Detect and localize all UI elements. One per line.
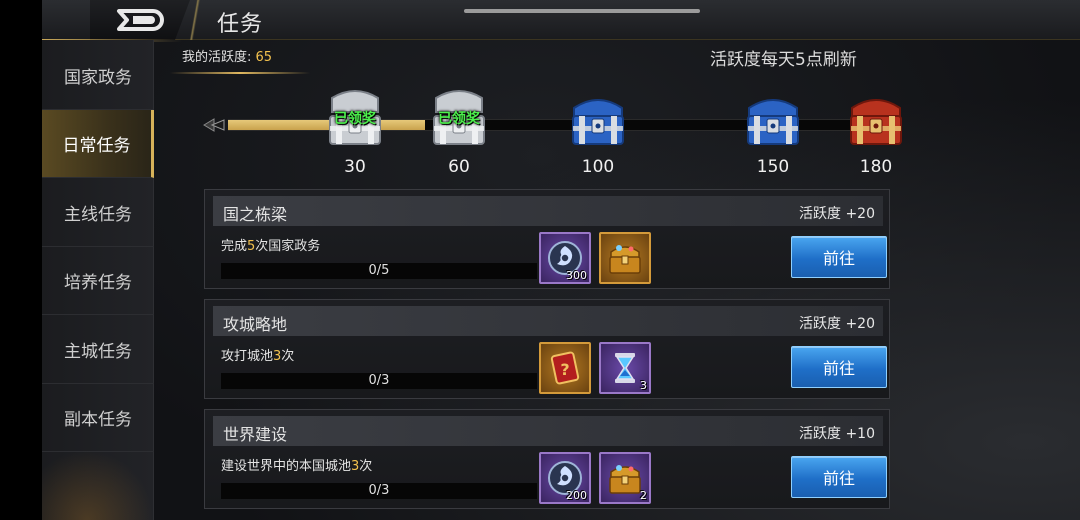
reward-item[interactable]: 3 <box>599 342 651 394</box>
treasure-chest-icon <box>850 99 902 145</box>
drag-handle[interactable] <box>464 9 700 13</box>
activity-score-value: 65 <box>255 50 273 65</box>
task-progress-text: 0/5 <box>368 263 390 278</box>
reward-item[interactable]: 300 <box>539 232 591 284</box>
task-card-header: 国之栋梁 活跃度 +20 <box>213 196 883 226</box>
task-card: 世界建设 活跃度 +10 建设世界中的本国城池3次 0/3 200 2 前往 <box>204 409 890 509</box>
sidebar-item-training-tasks[interactable]: 培养任务 <box>42 247 154 315</box>
task-desc-text: 次国家政务 <box>255 239 321 254</box>
sidebar-item-label: 培养任务 <box>64 273 132 293</box>
go-button[interactable]: 前往 <box>791 346 887 388</box>
task-title: 世界建设 <box>223 425 288 444</box>
task-activity-points: 活跃度 +20 <box>799 206 875 222</box>
activity-score-label: 我的活跃度: <box>182 50 256 65</box>
chest-threshold: 100 <box>581 157 615 177</box>
track-start-arrow-icon <box>203 118 225 132</box>
back-button[interactable] <box>90 0 190 40</box>
task-description: 建设世界中的本国城池3次 <box>221 455 372 474</box>
treasure-chest-icon <box>572 99 624 145</box>
sidebar-item-main-quests[interactable]: 主线任务 <box>42 179 154 247</box>
sidebar-item-label: 日常任务 <box>62 136 131 156</box>
sidebar-item-label: 主城任务 <box>64 342 132 362</box>
activity-score: 我的活跃度: 65 <box>182 46 272 65</box>
sidebar-item-daily-tasks[interactable]: 日常任务 <box>42 110 154 178</box>
task-desc-text: 次 <box>359 459 373 474</box>
chest-threshold: 30 <box>344 157 366 177</box>
task-card-header: 攻城略地 活跃度 +20 <box>213 306 883 336</box>
reward-chest-60[interactable]: 已领奖 <box>426 86 492 152</box>
task-desc-text: 完成 <box>221 239 248 254</box>
reward-chest-150[interactable] <box>740 86 806 152</box>
header-divider <box>185 0 207 40</box>
chest-threshold: 150 <box>756 157 790 177</box>
reward-count: 3 <box>640 379 647 392</box>
chest-threshold: 180 <box>859 157 893 177</box>
mystery-card-icon: ? <box>550 351 580 385</box>
task-desc-text: 建设世界中的本国城池 <box>221 459 352 474</box>
page-title: 任务 <box>217 12 264 37</box>
reward-chest-100[interactable] <box>565 86 631 152</box>
reward-item[interactable] <box>599 232 651 284</box>
task-progress-text: 0/3 <box>368 483 390 498</box>
screen-edge <box>0 0 42 520</box>
activity-underline <box>170 72 310 74</box>
task-description: 完成5次国家政务 <box>221 235 320 254</box>
go-button[interactable]: 前往 <box>791 236 887 278</box>
task-activity-points: 活跃度 +10 <box>799 426 875 442</box>
task-title: 攻城略地 <box>223 315 288 334</box>
hourglass-icon <box>615 353 635 383</box>
task-title: 国之栋梁 <box>223 205 288 224</box>
task-progress-bar: 0/5 <box>221 263 537 279</box>
top-bar: 任务 <box>42 0 1080 40</box>
sidebar-item-label: 副本任务 <box>64 410 132 430</box>
reward-count: 200 <box>566 489 587 502</box>
reward-count: 300 <box>566 269 587 282</box>
chest-threshold: 60 <box>448 157 470 177</box>
back-arrow-icon <box>117 9 164 31</box>
task-category-sidebar: 国家政务 日常任务 主线任务 培养任务 主城任务 副本任务 <box>42 40 154 520</box>
sidebar-item-dungeon-tasks[interactable]: 副本任务 <box>42 384 154 452</box>
reward-chest-30[interactable]: 已领奖 <box>322 86 388 152</box>
task-progress-text: 0/3 <box>368 373 390 388</box>
sidebar-item-label: 国家政务 <box>64 68 132 88</box>
reward-item[interactable]: 200 <box>539 452 591 504</box>
task-desc-text: 次 <box>281 349 295 364</box>
svg-text:?: ? <box>560 360 569 379</box>
reward-chest-180[interactable] <box>843 86 909 152</box>
task-desc-text: 攻打城池 <box>221 349 274 364</box>
chest-claimed-label: 已领奖 <box>334 111 376 127</box>
task-card: 攻城略地 活跃度 +20 攻打城池3次 0/3? 3 前往 <box>204 299 890 399</box>
task-description: 攻打城池3次 <box>221 345 294 364</box>
task-progress-bar: 0/3 <box>221 483 537 499</box>
chest-claimed-label: 已领奖 <box>438 111 480 127</box>
task-card: 国之栋梁 活跃度 +20 完成5次国家政务 0/5 300 前往 <box>204 189 890 289</box>
sidebar-ember-glow <box>42 450 154 520</box>
reward-item[interactable]: 2 <box>599 452 651 504</box>
go-button[interactable]: 前往 <box>791 456 887 498</box>
task-card-header: 世界建设 活跃度 +10 <box>213 416 883 446</box>
reward-count: 2 <box>640 489 647 502</box>
task-progress-bar: 0/3 <box>221 373 537 389</box>
sidebar-item-label: 主线任务 <box>64 205 132 225</box>
sidebar-item-national-affairs[interactable]: 国家政务 <box>42 42 154 110</box>
gold-chest-icon <box>609 465 641 494</box>
task-activity-points: 活跃度 +20 <box>799 316 875 332</box>
treasure-chest-icon <box>747 99 799 145</box>
sidebar-item-main-city-tasks[interactable]: 主城任务 <box>42 316 154 384</box>
refresh-note: 活跃度每天5点刷新 <box>710 50 857 70</box>
treasure-chest-icon <box>609 245 641 274</box>
reward-item[interactable]: ? <box>539 342 591 394</box>
